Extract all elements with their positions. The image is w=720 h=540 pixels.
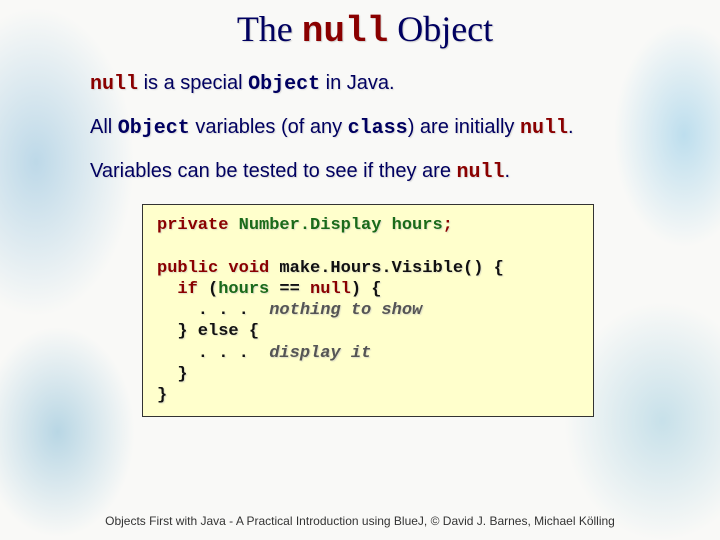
body-line-2: All Object variables (of any class) are … bbox=[90, 114, 680, 142]
code-box: private Number.Display hours; public voi… bbox=[142, 204, 594, 417]
code-r4-null: null bbox=[310, 280, 351, 299]
l2-g: . bbox=[568, 116, 574, 138]
l3-c: . bbox=[505, 160, 511, 182]
code-r5a: . . . bbox=[157, 301, 269, 320]
l1-d: in Java. bbox=[320, 72, 394, 94]
code-r4-hours: hours bbox=[218, 280, 269, 299]
slide-content: The null Object null is a special Object… bbox=[0, 0, 720, 417]
body-line-1: null is a special Object in Java. bbox=[90, 70, 680, 98]
code-kw-if: if bbox=[177, 280, 197, 299]
l2-a: All bbox=[90, 116, 118, 138]
code-type: Number.Display bbox=[239, 216, 392, 235]
l2-e: ) are initially bbox=[408, 116, 520, 138]
code-semi: ; bbox=[443, 216, 453, 235]
l2-class: class bbox=[348, 117, 408, 140]
l2-null: null bbox=[520, 117, 568, 140]
code-r4c: ( bbox=[198, 280, 218, 299]
title-keyword: null bbox=[302, 11, 388, 52]
l2-object: Object bbox=[118, 117, 190, 140]
code-r3b: make.Hours.Visible() { bbox=[269, 259, 504, 278]
code-cmt-2: display it bbox=[269, 344, 371, 363]
code-r4a bbox=[157, 280, 177, 299]
code-kw-private: private bbox=[157, 216, 239, 235]
code-r6: } else { bbox=[157, 322, 259, 341]
l1-b: is a special bbox=[138, 72, 248, 94]
slide-footer: Objects First with Java - A Practical In… bbox=[0, 514, 720, 528]
body-line-3: Variables can be tested to see if they a… bbox=[90, 158, 680, 186]
code-r7a: . . . bbox=[157, 344, 269, 363]
slide-title: The null Object bbox=[50, 8, 680, 52]
code-r8: } bbox=[157, 365, 188, 384]
code-var-hours: hours bbox=[392, 216, 443, 235]
l1-object: Object bbox=[248, 73, 320, 96]
l2-c: variables (of any bbox=[190, 116, 348, 138]
code-cmt-1: nothing to show bbox=[269, 301, 422, 320]
code-r4e: == bbox=[269, 280, 310, 299]
title-post: Object bbox=[388, 9, 493, 49]
l1-null: null bbox=[90, 73, 138, 96]
code-r4g: ) { bbox=[351, 280, 382, 299]
l3-null: null bbox=[457, 161, 505, 184]
code-kw-pubvoid: public void bbox=[157, 259, 269, 278]
l3-a: Variables can be tested to see if they a… bbox=[90, 160, 457, 182]
title-pre: The bbox=[237, 9, 302, 49]
code-r9: } bbox=[157, 386, 167, 405]
